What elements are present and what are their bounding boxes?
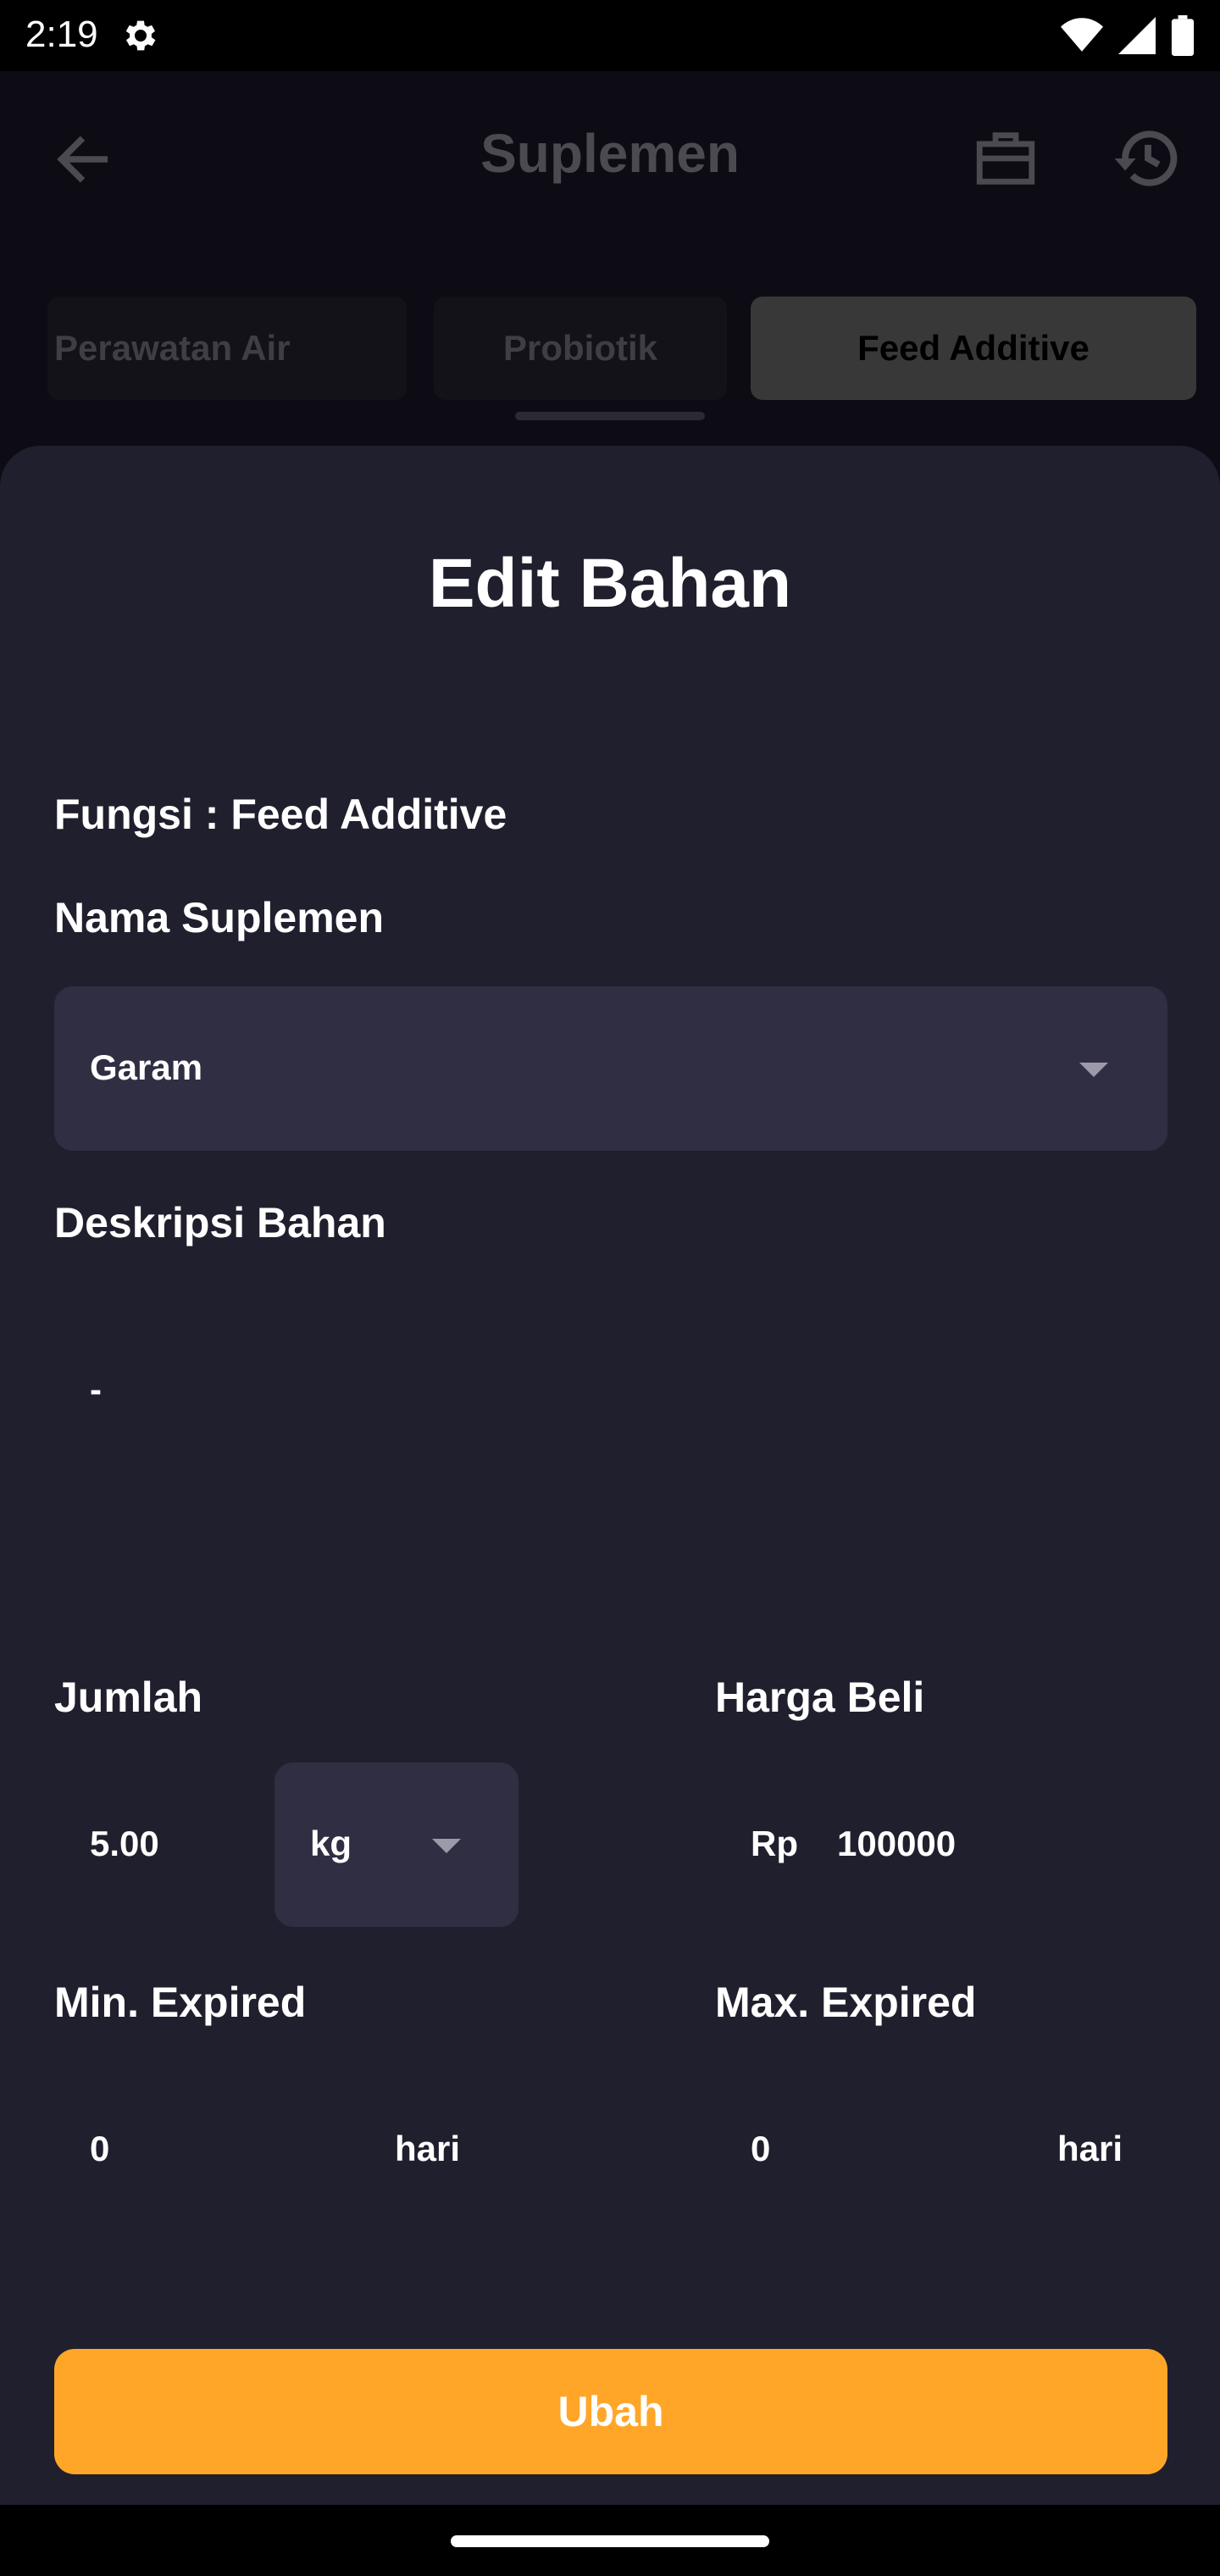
dropdown-arrow-icon xyxy=(432,1839,461,1853)
fungsi-line: Fungsi : Feed Additive xyxy=(54,790,507,839)
scroll-indicator xyxy=(515,412,705,420)
max-expired-suffix: hari xyxy=(1057,2129,1123,2168)
battery-icon xyxy=(1171,15,1195,56)
history-icon[interactable] xyxy=(1112,122,1184,195)
harga-beli-label: Harga Beli xyxy=(715,1674,925,1721)
briefcase-icon[interactable] xyxy=(971,124,1040,193)
min-expired-label: Min. Expired xyxy=(54,1979,307,2026)
harga-prefix: Rp xyxy=(751,1824,798,1863)
tab-perawatan-air[interactable]: Perawatan Air xyxy=(47,297,407,400)
signal-icon xyxy=(1118,17,1156,54)
nama-suplemen-dropdown[interactable]: Garam xyxy=(54,986,1167,1151)
settings-icon xyxy=(125,20,156,51)
navigation-bar xyxy=(0,2505,1220,2576)
jumlah-input[interactable]: 5.00 xyxy=(90,1824,159,1864)
sheet-title: Edit Bahan xyxy=(428,545,792,622)
nama-suplemen-value: Garam xyxy=(90,1047,203,1087)
dropdown-arrow-icon xyxy=(1079,1063,1108,1077)
category-tabs: Perawatan Air Probiotik Feed Additive xyxy=(0,297,1220,415)
unit-value: kg xyxy=(310,1824,352,1863)
ubah-button[interactable]: Ubah xyxy=(54,2349,1167,2474)
tab-feed-additive[interactable]: Feed Additive xyxy=(751,297,1196,400)
unit-dropdown[interactable]: kg xyxy=(274,1763,518,1927)
min-expired-input[interactable]: 0 xyxy=(90,2129,109,2169)
fungsi-value: Feed Additive xyxy=(230,791,507,838)
deskripsi-bahan-label: Deskripsi Bahan xyxy=(54,1199,386,1246)
status-bar: 2:19 xyxy=(0,0,1220,71)
edit-bahan-sheet: Edit Bahan Fungsi : Feed Additive Nama S… xyxy=(0,446,1220,2505)
tab-probiotik[interactable]: Probiotik xyxy=(434,297,727,400)
wifi-icon xyxy=(1061,18,1103,52)
fungsi-label: Fungsi : xyxy=(54,791,231,838)
nama-suplemen-label: Nama Suplemen xyxy=(54,894,385,941)
harga-beli-input[interactable]: 100000 xyxy=(837,1824,956,1864)
max-expired-input[interactable]: 0 xyxy=(751,2129,770,2169)
status-time: 2:19 xyxy=(25,14,98,55)
app-bar: Suplemen xyxy=(0,71,1220,237)
deskripsi-bahan-input[interactable]: - xyxy=(54,1302,1167,1556)
deskripsi-bahan-value: - xyxy=(90,1369,102,1409)
jumlah-label: Jumlah xyxy=(54,1674,203,1721)
home-gesture-handle[interactable] xyxy=(451,2535,769,2547)
min-expired-suffix: hari xyxy=(395,2129,461,2168)
max-expired-label: Max. Expired xyxy=(715,1979,977,2026)
status-icons xyxy=(1061,15,1195,56)
